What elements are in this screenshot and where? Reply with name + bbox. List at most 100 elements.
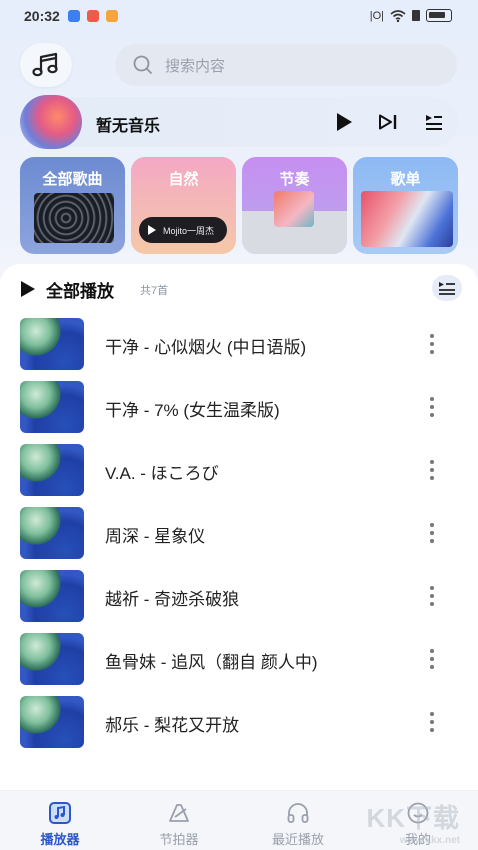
- song-row[interactable]: 鱼骨妹 - 追风（翻自 颜人中): [0, 633, 478, 689]
- dot-icon: [430, 649, 434, 653]
- song-row[interactable]: 干净 - 7% (女生温柔版): [0, 381, 478, 437]
- dot-icon: [430, 602, 434, 606]
- more-options-button[interactable]: [428, 397, 436, 417]
- status-indicators: |O|: [370, 9, 452, 22]
- metronome-icon: [169, 804, 189, 822]
- category-rhythm[interactable]: 节奏: [242, 157, 347, 254]
- dot-icon: [430, 468, 434, 472]
- song-row[interactable]: 越祈 - 奇迹杀破狼: [0, 570, 478, 626]
- more-options-button[interactable]: [428, 586, 436, 606]
- song-cover: [20, 633, 84, 685]
- dot-icon: [430, 460, 434, 464]
- category-label: 全部歌曲: [42, 171, 103, 188]
- search-input[interactable]: 搜索内容: [115, 44, 457, 86]
- song-cover: [20, 570, 84, 622]
- nav-label: 最近播放: [271, 832, 324, 847]
- song-row[interactable]: 周深 - 星象仪: [0, 507, 478, 563]
- dot-icon: [430, 586, 434, 590]
- sim-icon: [412, 10, 420, 21]
- now-playing-bar[interactable]: 暂无音乐: [20, 95, 458, 149]
- notification-icon: [106, 10, 118, 22]
- category-art: [361, 191, 453, 247]
- song-cover: [20, 507, 84, 559]
- mini-player-text: Mojito一周杰: [163, 225, 215, 236]
- dot-icon: [430, 594, 434, 598]
- mini-player-pill: Mojito一周杰: [139, 217, 227, 243]
- dot-icon: [430, 413, 434, 417]
- now-playing-cover: [20, 95, 82, 149]
- song-title: V.A. - ほころび: [105, 464, 219, 483]
- dot-icon: [430, 350, 434, 354]
- notification-icon: [68, 10, 80, 22]
- nav-item-player[interactable]: 播放器: [10, 791, 110, 850]
- play-all-icon[interactable]: [20, 280, 36, 298]
- playlist-button[interactable]: [422, 110, 446, 134]
- notification-icon: [87, 10, 99, 22]
- category-all-songs[interactable]: 全部歌曲: [20, 157, 125, 254]
- list-manage-button[interactable]: [432, 275, 462, 301]
- play-icon: [337, 113, 352, 131]
- play-icon: [148, 225, 156, 235]
- nav-label: 播放器: [40, 832, 80, 847]
- next-button[interactable]: [376, 110, 400, 134]
- watermark-main: KK下载: [366, 803, 460, 833]
- play-all-title[interactable]: 全部播放: [46, 277, 114, 302]
- category-art: [274, 191, 314, 227]
- play-button[interactable]: [332, 110, 356, 134]
- dot-icon: [430, 476, 434, 480]
- more-options-button[interactable]: [428, 334, 436, 354]
- dot-icon: [430, 342, 434, 346]
- dot-icon: [430, 539, 434, 543]
- dot-icon: [430, 334, 434, 338]
- playlist-icon: [439, 282, 455, 295]
- dot-icon: [430, 523, 434, 527]
- more-options-button[interactable]: [428, 712, 436, 732]
- dot-icon: [430, 657, 434, 661]
- song-title: 干净 - 7% (女生温柔版): [105, 401, 280, 420]
- watermark: KK下载 www.kkx.net: [366, 798, 460, 846]
- category-art: [34, 193, 114, 243]
- dot-icon: [430, 531, 434, 535]
- dot-icon: [430, 728, 434, 732]
- nav-item-recent[interactable]: 最近播放: [248, 791, 348, 850]
- now-playing-title: 暂无音乐: [96, 118, 161, 135]
- dot-icon: [430, 405, 434, 409]
- more-options-button[interactable]: [428, 460, 436, 480]
- more-options-button[interactable]: [428, 523, 436, 543]
- playlist-icon: [426, 115, 442, 130]
- nav-label: 节拍器: [159, 832, 199, 847]
- song-cover: [20, 381, 84, 433]
- status-time: 20:32: [24, 8, 60, 24]
- song-cover: [20, 444, 84, 496]
- song-title: 越祈 - 奇迹杀破狼: [105, 590, 240, 609]
- song-row[interactable]: V.A. - ほころび: [0, 444, 478, 500]
- headphones-icon: [287, 803, 309, 823]
- category-playlists[interactable]: 歌单: [353, 157, 458, 254]
- song-title: 周深 - 星象仪: [105, 527, 206, 546]
- skip-next-icon: [379, 114, 397, 130]
- category-label: 歌单: [390, 171, 421, 188]
- app-logo-button[interactable]: [20, 43, 72, 87]
- battery-icon: [426, 9, 452, 22]
- search-icon: [133, 55, 153, 75]
- music-note-icon: [32, 52, 58, 77]
- song-title: 干净 - 心似烟火 (中日语版): [105, 338, 307, 357]
- song-cover: [20, 696, 84, 748]
- category-nature[interactable]: 自然 Mojito一周杰: [131, 157, 236, 254]
- dot-icon: [430, 720, 434, 724]
- nav-item-metronome[interactable]: 节拍器: [129, 791, 229, 850]
- song-cover: [20, 318, 84, 370]
- vibrate-icon: |O|: [369, 9, 384, 22]
- song-count: 共7首: [140, 285, 169, 297]
- search-placeholder: 搜索内容: [165, 57, 226, 75]
- song-row[interactable]: 郝乐 - 梨花又开放: [0, 696, 478, 752]
- music-box-icon: [49, 802, 71, 824]
- dot-icon: [430, 665, 434, 669]
- wifi-icon: [390, 9, 406, 22]
- category-label: 自然: [168, 171, 199, 188]
- status-bar: 20:32 |O|: [0, 0, 478, 34]
- song-title: 鱼骨妹 - 追风（翻自 颜人中): [105, 653, 318, 672]
- song-row[interactable]: 干净 - 心似烟火 (中日语版): [0, 318, 478, 374]
- more-options-button[interactable]: [428, 649, 436, 669]
- dot-icon: [430, 712, 434, 716]
